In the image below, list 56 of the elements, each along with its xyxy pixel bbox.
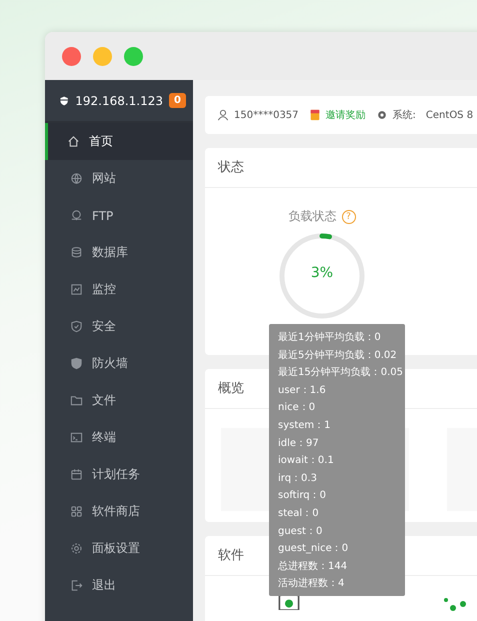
sidebar-item[interactable]: 首页	[45, 123, 193, 160]
sidebar-item[interactable]: 数据库	[45, 234, 193, 271]
logout-icon	[70, 579, 83, 592]
system-label: 系统:	[392, 108, 416, 122]
tooltip-line: 最近15分钟平均负载：0.05	[278, 366, 404, 380]
tooltip-line: nice：0	[278, 401, 316, 416]
chart-icon	[70, 283, 83, 296]
globe-icon	[70, 172, 83, 185]
system-value: CentOS 8	[426, 110, 474, 120]
tooltip-line: 最近5分钟平均负载：0.02	[278, 348, 398, 363]
tooltip-line: user：1.6	[278, 384, 327, 398]
shield-icon	[70, 320, 83, 333]
tooltip-line: iowait：0.1	[278, 454, 335, 468]
folder-icon	[70, 394, 83, 407]
shield-icon	[59, 94, 70, 108]
sidebar-item[interactable]: 退出	[45, 567, 193, 604]
tooltip-line: softirq：0	[278, 489, 328, 504]
load-percentage: 3%	[310, 265, 334, 281]
home-icon	[67, 135, 80, 148]
sidebar-item[interactable]: 计划任务	[45, 456, 193, 493]
sidebar-item[interactable]: FTP	[45, 197, 193, 234]
calendar-icon	[70, 468, 83, 481]
database-icon	[70, 246, 83, 259]
maximize-button[interactable]	[124, 46, 143, 66]
load-label: 负载状态	[288, 208, 336, 225]
tooltip-line: guest：0	[278, 524, 324, 539]
sidebar-item[interactable]: 网站	[45, 160, 193, 197]
user-icon	[217, 109, 229, 121]
apps-icon	[70, 505, 83, 518]
tooltip-line: 活动进程数：4	[278, 576, 346, 592]
sidebar-item[interactable]: 终端	[45, 419, 193, 456]
terminal-icon	[70, 431, 83, 444]
close-button[interactable]	[62, 46, 81, 66]
tooltip-line: system：1	[278, 418, 332, 433]
sidebar-item[interactable]: 监控	[45, 271, 193, 308]
card-title: 状态	[205, 148, 477, 188]
sidebar-item[interactable]: 防火墙	[45, 345, 193, 382]
network-icon	[70, 209, 83, 222]
tooltip-line: steal：0	[278, 506, 320, 521]
tooltip-line: idle：97	[278, 436, 320, 451]
settings-icon	[70, 542, 83, 555]
tooltip-line: guest_nice：0	[278, 542, 350, 556]
sidebar-item[interactable]: 面板设置	[45, 530, 193, 567]
shield-icon	[277, 594, 301, 610]
tooltip-line: 最近1分钟平均负载：0	[278, 330, 382, 345]
gear-icon	[376, 109, 388, 121]
host-address: 192.168.1.123	[75, 94, 164, 108]
sidebar-item[interactable]: 软件商店	[45, 493, 193, 530]
gift-icon	[308, 109, 321, 121]
sidebar-item[interactable]: 安全	[45, 308, 193, 345]
tooltip-line: irq：0.3	[278, 472, 318, 486]
tooltip-line: 总进程数：144	[278, 560, 348, 574]
minimize-button[interactable]	[93, 46, 112, 66]
sidebar-item[interactable]: 文件	[45, 382, 193, 419]
shield-icon	[70, 357, 83, 370]
user-account: 150****0357	[234, 110, 299, 120]
